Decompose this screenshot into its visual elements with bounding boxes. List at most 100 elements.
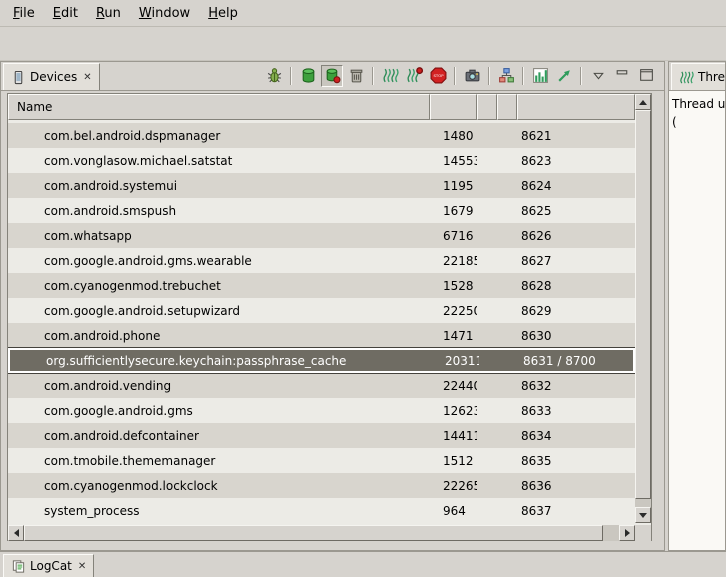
device-row[interactable]: system_process9648637 [8, 498, 635, 523]
scrollbar-corner [635, 525, 651, 541]
pid-cell: 22250 [430, 304, 477, 318]
scroll-right-button[interactable] [619, 525, 635, 541]
menu-edit[interactable]: Edit [44, 2, 87, 25]
column-header-port[interactable] [517, 94, 635, 120]
pid-cell: 1480 [430, 129, 477, 143]
device-row[interactable]: com.cyanogenmod.trebuchet15288628 [8, 273, 635, 298]
device-row[interactable]: com.tmobile.thememanager15128635 [8, 448, 635, 473]
threads-icon [679, 70, 694, 85]
port-cell: 8630 [517, 329, 635, 343]
port-cell: 8623 [517, 154, 635, 168]
column-header-empty [477, 94, 497, 120]
port-cell: 8626 [517, 229, 635, 243]
device-icon [11, 70, 26, 85]
opengl-trace-icon[interactable] [553, 65, 575, 87]
stop-process-glyph: STOP [430, 67, 447, 84]
tab-logcat[interactable]: LogCat ✕ [3, 554, 94, 577]
stop-process-icon[interactable]: STOP [427, 65, 449, 87]
process-name-cell: system_process [8, 504, 430, 518]
port-cell: 8631 / 8700 [519, 354, 633, 368]
device-row[interactable]: com.android.smspush1679 8625 [8, 198, 635, 223]
pid-cell: 1471 [430, 329, 477, 343]
screen-capture-icon[interactable] [461, 65, 483, 87]
toolbar-separator [290, 67, 292, 85]
device-row[interactable]: com.android.phone14718630 [8, 323, 635, 348]
arrow-up-icon [639, 100, 647, 105]
scroll-down-button[interactable] [635, 507, 651, 523]
screen-capture-glyph [464, 67, 481, 84]
tab-logcat-close-icon[interactable]: ✕ [76, 561, 86, 572]
device-row[interactable]: org.sufficientlysecure.keychain:passphra… [8, 348, 635, 373]
horizontal-scrollbar[interactable] [8, 525, 635, 541]
pid-cell: 6716 [430, 229, 477, 243]
horizontal-scroll-thumb[interactable] [24, 525, 603, 541]
tab-devices[interactable]: Devices ✕ [3, 63, 100, 90]
scroll-left-button[interactable] [8, 525, 24, 541]
minimize-icon[interactable] [611, 65, 633, 87]
devices-panel: Devices ✕ [0, 61, 665, 551]
column-header-pid[interactable] [430, 94, 477, 120]
threads-message-line: ( [672, 113, 723, 131]
vertical-scroll-thumb[interactable] [635, 110, 651, 499]
device-table: Name com.bel.android.dspmanager14808621c… [7, 93, 652, 541]
arrow-left-icon [14, 529, 19, 537]
device-row[interactable]: com.google.android.gms126238633 [8, 398, 635, 423]
device-row[interactable]: com.google.android.setupwizard222508629 [8, 298, 635, 323]
horizontal-scroll-track[interactable] [24, 525, 619, 541]
scroll-up-button[interactable] [635, 94, 651, 110]
pid-cell: 20311 [432, 354, 479, 368]
pid-cell: 22185 [430, 254, 477, 268]
debug-process-icon[interactable] [263, 65, 285, 87]
toolbar-separator [454, 67, 456, 85]
start-method-profiling-glyph [406, 67, 423, 84]
device-table-rows: com.bel.android.dspmanager14808621com.vo… [8, 123, 635, 523]
systrace-icon[interactable] [529, 65, 551, 87]
column-header-name[interactable]: Name [8, 94, 430, 120]
view-menu-glyph [590, 67, 607, 84]
process-name-cell: com.bel.android.dspmanager [8, 129, 430, 143]
update-threads-glyph [382, 67, 399, 84]
port-cell: 8636 [517, 479, 635, 493]
menu-window[interactable]: Window [130, 2, 199, 25]
dump-hprof-icon[interactable] [321, 65, 343, 87]
device-row[interactable]: com.android.defcontainer144118634 [8, 423, 635, 448]
vertical-scroll-track[interactable] [635, 110, 651, 507]
device-row[interactable]: com.android.systemui11958624 [8, 173, 635, 198]
device-row[interactable]: com.whatsapp67168626 [8, 223, 635, 248]
menu-file[interactable]: File [4, 2, 44, 25]
device-row[interactable]: com.vonglasow.michael.satstat145538623 [8, 148, 635, 173]
pid-cell: 1679 [430, 204, 477, 218]
tab-devices-label: Devices [30, 70, 77, 84]
maximize-icon[interactable] [635, 65, 657, 87]
dump-view-hierarchy-icon[interactable] [495, 65, 517, 87]
top-toolbar-strip [0, 27, 726, 61]
cause-gc-icon[interactable] [345, 65, 367, 87]
update-threads-icon[interactable] [379, 65, 401, 87]
tab-threads[interactable]: Threads [671, 63, 726, 90]
update-heap-icon[interactable] [297, 65, 319, 87]
table-header: Name [8, 94, 635, 120]
threads-panel: Threads Thread up ( [668, 61, 726, 551]
device-row[interactable]: com.android.vending224408632 [8, 373, 635, 398]
vertical-scrollbar[interactable] [635, 94, 651, 523]
port-cell: 8628 [517, 279, 635, 293]
port-cell: 8632 [517, 379, 635, 393]
toolbar-separator [580, 67, 582, 85]
view-menu-icon[interactable] [587, 65, 609, 87]
menu-bar: File Edit Run Window Help [0, 0, 726, 27]
port-cell: 8633 [517, 404, 635, 418]
device-row[interactable]: com.cyanogenmod.lockclock222658636 [8, 473, 635, 498]
pid-cell: 22440 [430, 379, 477, 393]
update-heap-glyph [300, 67, 317, 84]
cause-gc-glyph [348, 67, 365, 84]
arrow-down-icon [639, 513, 647, 518]
tab-devices-close-icon[interactable]: ✕ [81, 72, 91, 83]
menu-run[interactable]: Run [87, 2, 130, 25]
device-row[interactable]: com.bel.android.dspmanager14808621 [8, 123, 635, 148]
start-method-profiling-icon[interactable] [403, 65, 425, 87]
menu-help[interactable]: Help [199, 2, 247, 25]
process-name-cell: com.android.smspush [8, 204, 430, 218]
device-row[interactable]: com.google.android.gms.wearable221858627 [8, 248, 635, 273]
port-cell: 8625 [517, 204, 635, 218]
pid-cell: 14553 [430, 154, 477, 168]
